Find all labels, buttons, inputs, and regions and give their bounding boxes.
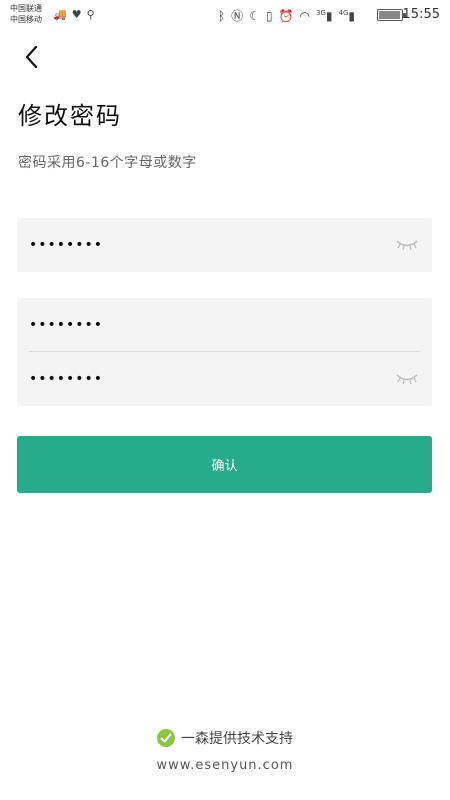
carrier-2: 中国移动 (10, 15, 42, 24)
do-not-disturb-icon: ☾ (249, 8, 260, 23)
check-circle-icon (157, 729, 175, 747)
confirm-button[interactable]: 确认 (17, 436, 432, 493)
old-password-input[interactable] (29, 237, 369, 253)
notification-icons: 🚚 ♥ ⚲ (53, 8, 95, 21)
status-bar: 中国联通 中国移动 🚚 ♥ ⚲ ᛒ Ⓝ ☾ ▯ ⏰ ◠ 3G▮ 4G▮ 15:5… (0, 0, 450, 30)
new-password-row (17, 298, 432, 352)
back-button[interactable] (18, 42, 46, 72)
carrier-info: 中国联通 中国移动 (10, 3, 42, 25)
chevron-left-icon (25, 45, 38, 69)
signal-4g-icon: 4G▮ (338, 8, 356, 23)
carrier-1: 中国联通 (10, 4, 42, 13)
nfc-icon: Ⓝ (231, 9, 244, 23)
confirm-button-label: 确认 (211, 459, 238, 474)
battery-fill (379, 11, 400, 19)
support-text: 一森提供技术支持 (181, 731, 293, 747)
alarm-icon: ⏰ (278, 8, 294, 23)
usb-icon: ⚲ (86, 8, 95, 21)
tech-support-line: 一森提供技术支持 (0, 728, 450, 748)
page-title: 修改密码 (18, 102, 122, 130)
password-hint: 密码采用6-16个字母或数字 (18, 155, 197, 171)
old-password-box (17, 218, 432, 272)
confirm-password-row (17, 352, 432, 406)
heart-rate-icon: ♥ (71, 8, 82, 21)
signal-3g-icon: 3G▮ (316, 8, 333, 23)
footer: 一森提供技术支持 www.esenyun.com (0, 728, 450, 773)
eye-closed-icon[interactable] (396, 238, 418, 252)
vibrate-icon: ▯ (265, 8, 273, 23)
new-password-box (17, 298, 432, 406)
eye-closed-icon[interactable] (396, 372, 418, 386)
truck-icon: 🚚 (53, 8, 67, 21)
wifi-icon: ◠ (299, 8, 310, 23)
battery-icon (377, 9, 406, 21)
old-password-row (17, 218, 432, 272)
confirm-password-input[interactable] (29, 371, 369, 387)
system-icons: ᛒ Ⓝ ☾ ▯ ⏰ ◠ 3G▮ 4G▮ (218, 7, 355, 24)
website-link[interactable]: www.esenyun.com (0, 758, 450, 773)
bluetooth-icon: ᛒ (217, 8, 226, 23)
new-password-input[interactable] (29, 317, 369, 333)
status-time: 15:55 (402, 7, 440, 22)
